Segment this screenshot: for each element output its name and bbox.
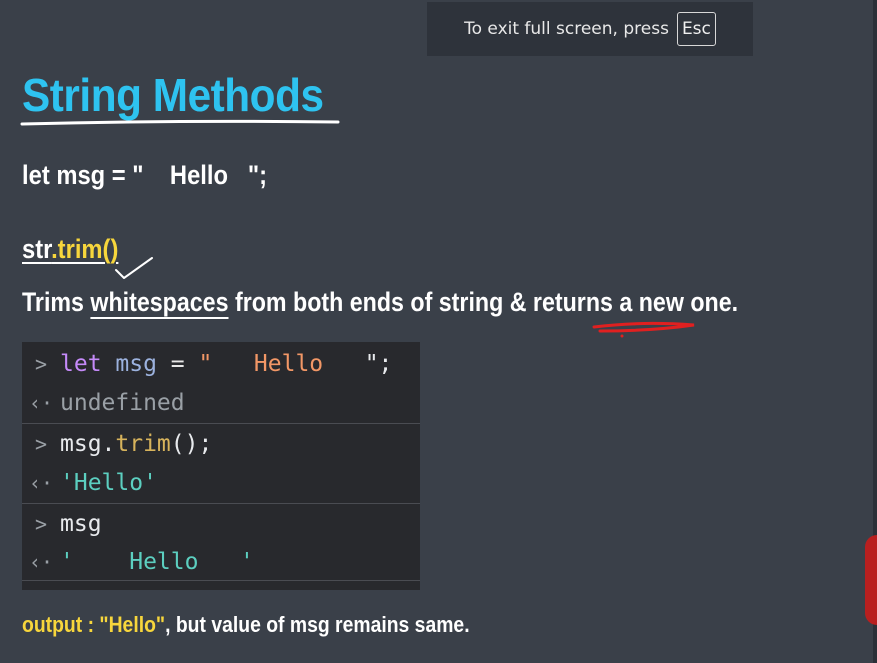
output-note: output : "Hello", but value of msg remai… [22, 612, 470, 638]
devtools-console: > let msg = " Hello "; ‹· undefined > ms… [22, 342, 420, 590]
method-description: Trims whitespaces from both ends of stri… [22, 287, 738, 318]
fullscreen-exit-banner: To exit full screen, press Esc [427, 2, 753, 56]
console-result: ' Hello ' [60, 548, 254, 575]
check-mark-icon [115, 257, 153, 279]
console-input-row: > msg [22, 503, 420, 543]
slide-title: String Methods [22, 69, 324, 121]
method-heading: str.trim() [22, 234, 118, 265]
code-variable: msg [115, 350, 157, 377]
desc-part2: from both ends of string & returns a new… [228, 287, 739, 317]
console-next-row [22, 580, 420, 590]
output-rest: , but value of msg remains same. [165, 612, 470, 637]
console-result: 'Hello' [60, 469, 157, 496]
result-arrow-icon: ‹· [28, 470, 54, 495]
esc-key-badge: Esc [676, 12, 716, 46]
console-input-row: > msg.trim(); [22, 423, 420, 463]
result-arrow-icon: ‹· [28, 549, 54, 574]
desc-part1: Trims [22, 287, 91, 317]
code-call: (); [170, 430, 213, 457]
console-code: let msg = " Hello "; [60, 351, 392, 377]
code-string-close: "; [364, 350, 393, 377]
method-object: str [22, 234, 52, 264]
desc-underlined-word: whitespaces [90, 287, 229, 317]
console-code: msg.trim(); [60, 431, 212, 457]
presenter-overlay-edge [865, 535, 877, 625]
code-function: trim [115, 430, 171, 457]
code-string-open: " [198, 350, 213, 377]
console-code: msg [60, 510, 102, 537]
example-code-line: let msg = " Hello "; [22, 160, 268, 190]
code-keyword: let [60, 350, 102, 377]
code-object: msg. [60, 430, 116, 457]
method-name: .trim() [51, 234, 119, 264]
code-string-body: Hello [212, 350, 365, 377]
console-result-row: ‹· 'Hello' [22, 463, 420, 502]
input-prompt-icon: > [34, 431, 48, 456]
console-result: undefined [60, 389, 185, 416]
fullscreen-banner-text: To exit full screen, press [464, 19, 669, 39]
console-result-row: ‹· ' Hello ' [22, 542, 420, 581]
title-underline [20, 119, 340, 126]
result-arrow-icon: ‹· [28, 390, 54, 415]
code-operator: = [156, 350, 199, 377]
red-underline-annotation [592, 321, 695, 338]
output-label: output : "Hello" [22, 612, 166, 637]
input-prompt-icon: > [34, 511, 48, 536]
console-result-row: ‹· undefined [22, 383, 420, 422]
input-prompt-icon: > [34, 351, 48, 376]
console-input-row: > let msg = " Hello "; [22, 344, 420, 383]
